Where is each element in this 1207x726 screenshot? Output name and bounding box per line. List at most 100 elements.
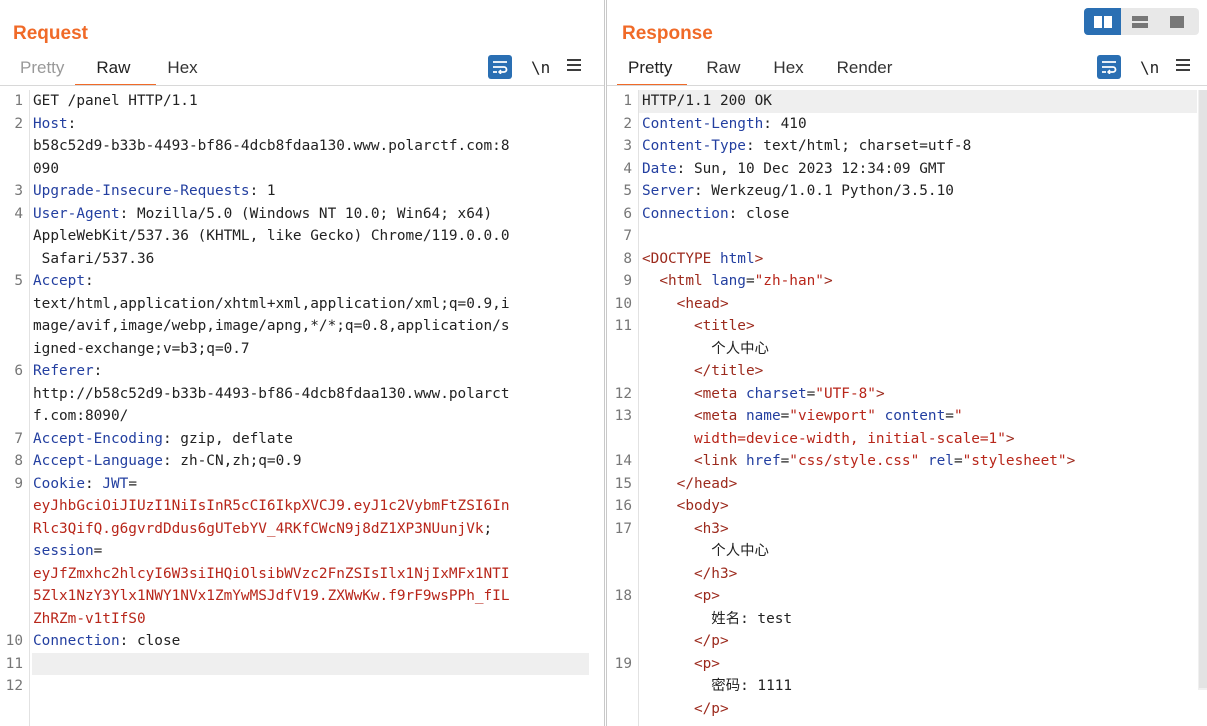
response-tab-render[interactable]: Render bbox=[815, 54, 904, 84]
single-layout-button[interactable] bbox=[1158, 8, 1195, 35]
code-line: 密码: 1111 bbox=[607, 675, 1207, 698]
code-line: </title> bbox=[607, 360, 1207, 383]
stacked-layout-button[interactable] bbox=[1121, 8, 1158, 35]
line-number: 2 bbox=[623, 115, 632, 132]
line-number bbox=[0, 135, 23, 158]
line-number: 19 bbox=[614, 655, 632, 672]
line-number: 8 bbox=[623, 250, 632, 267]
layout-toggle-group bbox=[1084, 8, 1199, 35]
request-tab-pretty[interactable]: Pretty bbox=[9, 54, 75, 84]
response-editor[interactable]: 1 HTTP/1.1 200 OK 2 Content-Length: 410 3 Con… bbox=[607, 90, 1207, 726]
line-content: width=device-width, initial-scale=1"> bbox=[642, 428, 1015, 451]
line-content: Content-Type: text/html; charset=utf-8 bbox=[642, 135, 971, 158]
line-number: 6 bbox=[14, 363, 23, 379]
line-content: <title> bbox=[642, 315, 755, 338]
code-token: = bbox=[128, 475, 137, 492]
line-number bbox=[0, 225, 23, 248]
request-editor[interactable]: 1 GET /panel HTTP/1.1 2 Host: b58c52d9-b33b-… bbox=[0, 90, 604, 726]
single-icon bbox=[1169, 15, 1184, 28]
code-line: width=device-width, initial-scale=1"> bbox=[607, 428, 1207, 451]
response-tab-raw[interactable]: Raw bbox=[687, 54, 751, 84]
code-token: : zh-CN,zh;q=0.9 bbox=[162, 453, 302, 469]
code-line: 个人中心 bbox=[607, 338, 1207, 361]
code-line: 6 Connection: close bbox=[607, 203, 1207, 226]
line-content: session= bbox=[33, 540, 102, 563]
response-tab-hex[interactable]: Hex bbox=[751, 54, 814, 84]
code-line: 11 bbox=[0, 652, 604, 675]
code-line: 3 Content-Type: text/html; charset=utf-8 bbox=[607, 135, 1207, 158]
code-line: Rlc3QifQ.g6gvrdDdus6gUTebYV_4RKfCWcN9j8d… bbox=[0, 518, 604, 541]
code-token: <title> bbox=[693, 318, 755, 334]
code-line: 1 HTTP/1.1 200 OK bbox=[607, 90, 1207, 113]
request-menu-button[interactable] bbox=[567, 58, 582, 76]
response-newline-button[interactable]: \n bbox=[1140, 58, 1159, 77]
code-token: : bbox=[84, 273, 94, 289]
code-line: 4 User-Agent: Mozilla/5.0 (Windows NT 10.… bbox=[0, 203, 604, 226]
response-divider bbox=[607, 85, 1207, 86]
code-line: 4 Date: Sun, 10 Dec 2023 12:34:09 GMT bbox=[607, 158, 1207, 181]
hamburger-menu-icon bbox=[1176, 59, 1191, 71]
line-number bbox=[607, 428, 632, 451]
code-token: : bbox=[93, 363, 103, 379]
code-token: : gzip, deflate bbox=[162, 430, 293, 447]
code-token: Host bbox=[33, 115, 68, 132]
code-token: </h3> bbox=[693, 565, 738, 582]
code-line: 18 <p> bbox=[607, 585, 1207, 608]
line-content: Rlc3QifQ.g6gvrdDdus6gUTebYV_4RKfCWcN9j8d… bbox=[33, 518, 492, 541]
code-token: User-Agent bbox=[33, 205, 120, 222]
code-token: : bbox=[84, 475, 103, 492]
side-by-side-layout-button[interactable] bbox=[1084, 8, 1121, 35]
code-line: 8 Accept-Language: zh-CN,zh;q=0.9 bbox=[0, 450, 604, 473]
response-scrollbar-thumb[interactable] bbox=[1199, 90, 1207, 688]
code-line: 5 Server: Werkzeug/1.0.1 Python/3.5.10 bbox=[607, 180, 1207, 203]
code-token: <DOCTYPE bbox=[642, 250, 720, 267]
line-content: <html lang="zh-han"> bbox=[642, 270, 832, 293]
code-line: 个人中心 bbox=[607, 540, 1207, 563]
request-tab-hex[interactable]: Hex bbox=[156, 54, 208, 84]
response-scrollbar[interactable] bbox=[1198, 90, 1207, 690]
line-number bbox=[0, 248, 23, 271]
code-token: text/html,application/xhtml+xml,applicat… bbox=[33, 295, 510, 312]
code-token: Cookie bbox=[33, 475, 85, 492]
code-token: > bbox=[1066, 453, 1076, 469]
line-content: Host: bbox=[33, 113, 76, 136]
request-wrap-button[interactable] bbox=[488, 55, 512, 79]
response-wrap-button[interactable] bbox=[1097, 55, 1121, 79]
code-token: : text/html; charset=utf-8 bbox=[745, 138, 972, 154]
line-number: 8 bbox=[14, 453, 23, 469]
code-token: > bbox=[1005, 430, 1015, 447]
code-token: b58c52d9-b33b-4493-bf86-4dcb8fdaa130.www… bbox=[33, 138, 510, 154]
code-token: <p> bbox=[693, 588, 720, 604]
code-line: 14 <link href="css/style.css" rel="style… bbox=[607, 450, 1207, 473]
line-content: Cookie: JWT= bbox=[33, 473, 137, 496]
line-content: AppleWebKit/537.36 (KHTML, like Gecko) C… bbox=[33, 225, 510, 248]
code-token: Safari/537.36 bbox=[33, 250, 155, 267]
code-token: Rlc3QifQ.g6gvrdDdus6gUTebYV_4RKfCWcN9j8d… bbox=[33, 520, 484, 537]
line-content: Server: Werkzeug/1.0.1 Python/3.5.10 bbox=[642, 180, 954, 203]
response-tab-pretty[interactable]: Pretty bbox=[617, 54, 688, 86]
code-line: igned-exchange;v=b3;q=0.7 bbox=[0, 338, 604, 361]
line-content: Accept: bbox=[33, 270, 94, 293]
code-token: Accept-Language bbox=[33, 453, 163, 469]
line-content: Safari/537.36 bbox=[33, 248, 155, 271]
line-number: 1 bbox=[623, 93, 632, 109]
line-number bbox=[607, 563, 632, 586]
code-token: = bbox=[780, 453, 790, 469]
side-by-side-icon bbox=[1093, 15, 1112, 28]
line-number bbox=[0, 315, 23, 338]
code-token: Connection bbox=[642, 205, 729, 222]
line-content: <link href="css/style.css" rel="styleshe… bbox=[642, 450, 1075, 473]
code-token: Upgrade-Insecure-Requests bbox=[33, 183, 250, 199]
request-tab-raw[interactable]: Raw bbox=[75, 54, 157, 86]
line-content: f.com:8090/ bbox=[33, 405, 128, 428]
line-number bbox=[0, 518, 23, 541]
code-token: = bbox=[780, 408, 790, 424]
code-line: 15 </head> bbox=[607, 473, 1207, 496]
response-menu-button[interactable] bbox=[1176, 58, 1191, 76]
code-token: session bbox=[33, 543, 94, 559]
request-newline-button[interactable]: \n bbox=[531, 58, 550, 77]
line-content: eyJfZmxhc2hlcyI6W3siIHQiOlsibWVzc2FnZSIs… bbox=[33, 563, 510, 586]
code-line: 12 <meta charset="UTF-8"> bbox=[607, 383, 1207, 406]
line-content: HTTP/1.1 200 OK bbox=[642, 90, 772, 113]
